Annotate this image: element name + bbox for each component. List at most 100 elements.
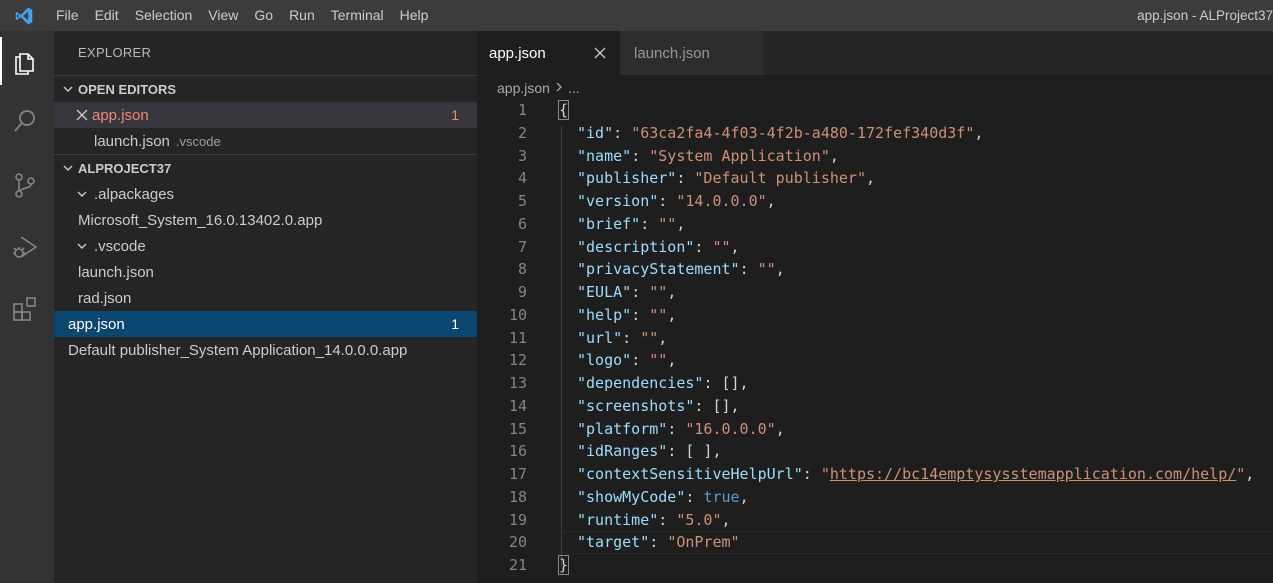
code-token: "16.0.0.0": [685, 419, 776, 438]
code-token: "5.0": [676, 510, 722, 529]
close-icon[interactable]: [592, 45, 608, 61]
code-token: ,: [676, 214, 686, 233]
breadcrumb-file[interactable]: app.json: [497, 77, 550, 99]
line-number: 18: [508, 487, 527, 506]
menu-selection[interactable]: Selection: [127, 0, 201, 31]
line-number: 9: [517, 283, 527, 301]
code-text: {: [557, 99, 570, 122]
code-line[interactable]: 21}: [477, 554, 1273, 577]
code-editor[interactable]: 1{2 "id": "63ca2fa4-4f03-4f2b-a480-172fef…: [477, 99, 1273, 583]
extensions-icon[interactable]: [0, 285, 50, 333]
open-editor-item-app-json[interactable]: app.json 1: [54, 102, 477, 128]
tab-app-json[interactable]: app.json: [477, 31, 620, 75]
code-line[interactable]: 13 "dependencies": [],: [477, 372, 1273, 395]
code-token: "publisher": [577, 169, 677, 188]
chevron-right-icon: [554, 77, 564, 99]
code-token: }: [557, 555, 570, 575]
explorer-icon[interactable]: [0, 37, 50, 85]
code-line[interactable]: 14 "screenshots": [],: [477, 395, 1273, 418]
tab-launch-json[interactable]: launch.json: [620, 31, 763, 75]
menu-help[interactable]: Help: [392, 0, 437, 31]
code-token: :: [694, 237, 713, 256]
code-token: "": [649, 283, 668, 301]
line-number: 8: [517, 260, 527, 279]
menu-view[interactable]: View: [200, 0, 246, 31]
open-editors-header[interactable]: OPEN EDITORS: [54, 75, 477, 102]
code-line[interactable]: 19 "runtime": "5.0",: [477, 509, 1273, 532]
code-line[interactable]: 11 "url": "",: [477, 327, 1273, 350]
code-token: "idRanges": [577, 442, 668, 461]
code-token: :: [667, 419, 686, 438]
folder-vscode[interactable]: .vscode: [54, 233, 477, 259]
menu-go[interactable]: Go: [246, 0, 281, 31]
code-text: "publisher": "Default publisher",: [577, 167, 875, 190]
code-token: "description": [577, 237, 695, 256]
code-line[interactable]: 10 "help": "",: [477, 304, 1273, 327]
menu-run[interactable]: Run: [281, 0, 323, 31]
code-line[interactable]: 1{: [477, 99, 1273, 122]
code-token: "showMyCode": [577, 487, 686, 506]
menu-file[interactable]: File: [48, 0, 87, 31]
line-number: 17: [508, 465, 527, 483]
code-token: "System Application": [649, 146, 830, 165]
code-text: "url": "",: [577, 327, 667, 350]
code-token: "runtime": [577, 510, 659, 529]
open-editors-label: OPEN EDITORS: [78, 81, 177, 97]
vscode-logo-icon: [0, 0, 48, 31]
url-link[interactable]: https://bc14emptysysstemapplication.com/…: [830, 465, 1236, 483]
line-number: 13: [508, 374, 527, 392]
code-line[interactable]: 2 "id": "63ca2fa4-4f03-4f2b-a480-172fef34…: [477, 122, 1273, 145]
breadcrumb-symbol[interactable]: ...: [568, 77, 580, 99]
code-text: "version": "14.0.0.0",: [577, 190, 776, 213]
code-token: {: [557, 100, 570, 120]
code-line[interactable]: 8 "privacyStatement": "",: [477, 258, 1273, 281]
code-line[interactable]: 18 "showMyCode": true,: [477, 486, 1273, 509]
code-line[interactable]: 4 "publisher": "Default publisher",: [477, 167, 1273, 190]
close-icon[interactable]: [74, 109, 90, 121]
code-token: :: [631, 351, 650, 370]
line-number: 16: [508, 442, 527, 461]
run-debug-icon[interactable]: [0, 223, 50, 271]
code-token: : [],: [694, 396, 740, 415]
code-line[interactable]: 6 "brief": "",: [477, 213, 1273, 236]
code-line[interactable]: 17 "contextSensitiveHelpUrl": "https://bc…: [477, 463, 1273, 486]
code-token: :: [631, 146, 650, 165]
menu-edit[interactable]: Edit: [87, 0, 127, 31]
project-header[interactable]: ALPROJECT37: [54, 154, 477, 181]
sidebar-title: EXPLORER: [78, 45, 152, 60]
code-token: "platform": [577, 419, 668, 438]
file-microsoft-system-app[interactable]: Microsoft_System_16.0.13402.0.app: [54, 207, 477, 233]
menu-terminal[interactable]: Terminal: [323, 0, 392, 31]
file-app-json[interactable]: app.json 1: [54, 311, 477, 337]
code-token: "brief": [577, 214, 641, 233]
code-line[interactable]: 7 "description": "",: [477, 236, 1273, 259]
line-number: 19: [508, 510, 527, 529]
code-token: ,: [658, 328, 668, 347]
code-token: ,: [775, 419, 785, 438]
file-default-publisher-app[interactable]: Default publisher_System Application_14.…: [54, 337, 477, 363]
file-rad-json[interactable]: rad.json: [54, 285, 477, 311]
file-launch-json[interactable]: launch.json: [54, 259, 477, 285]
code-line[interactable]: 12 "logo": "",: [477, 349, 1273, 372]
code-line[interactable]: 5 "version": "14.0.0.0",: [477, 190, 1273, 213]
code-token: ,: [1245, 465, 1255, 483]
folder-alpackages[interactable]: .alpackages: [54, 181, 477, 207]
open-editor-item-launch-json[interactable]: launch.json .vscode: [54, 128, 477, 154]
code-line[interactable]: 3 "name": "System Application",: [477, 145, 1273, 168]
tree-item-label: launch.json: [78, 263, 154, 281]
problem-count-badge: 1: [451, 316, 459, 332]
chevron-down-icon: [74, 240, 90, 252]
code-text: "name": "System Application",: [577, 145, 839, 168]
breadcrumb: app.json ...: [497, 77, 580, 99]
open-editor-label: app.json: [92, 106, 149, 124]
search-icon[interactable]: [0, 97, 50, 145]
project-label: ALPROJECT37: [78, 160, 172, 176]
code-token: :: [658, 192, 677, 210]
code-line[interactable]: 20 "target": "OnPrem": [477, 531, 1273, 554]
line-number: 7: [517, 237, 527, 256]
code-line[interactable]: 9 "EULA": "",: [477, 281, 1273, 304]
source-control-icon[interactable]: [0, 161, 50, 209]
code-line[interactable]: 15 "platform": "16.0.0.0",: [477, 418, 1273, 441]
chevron-down-icon: [74, 188, 90, 200]
code-line[interactable]: 16 "idRanges": [ ],: [477, 440, 1273, 463]
